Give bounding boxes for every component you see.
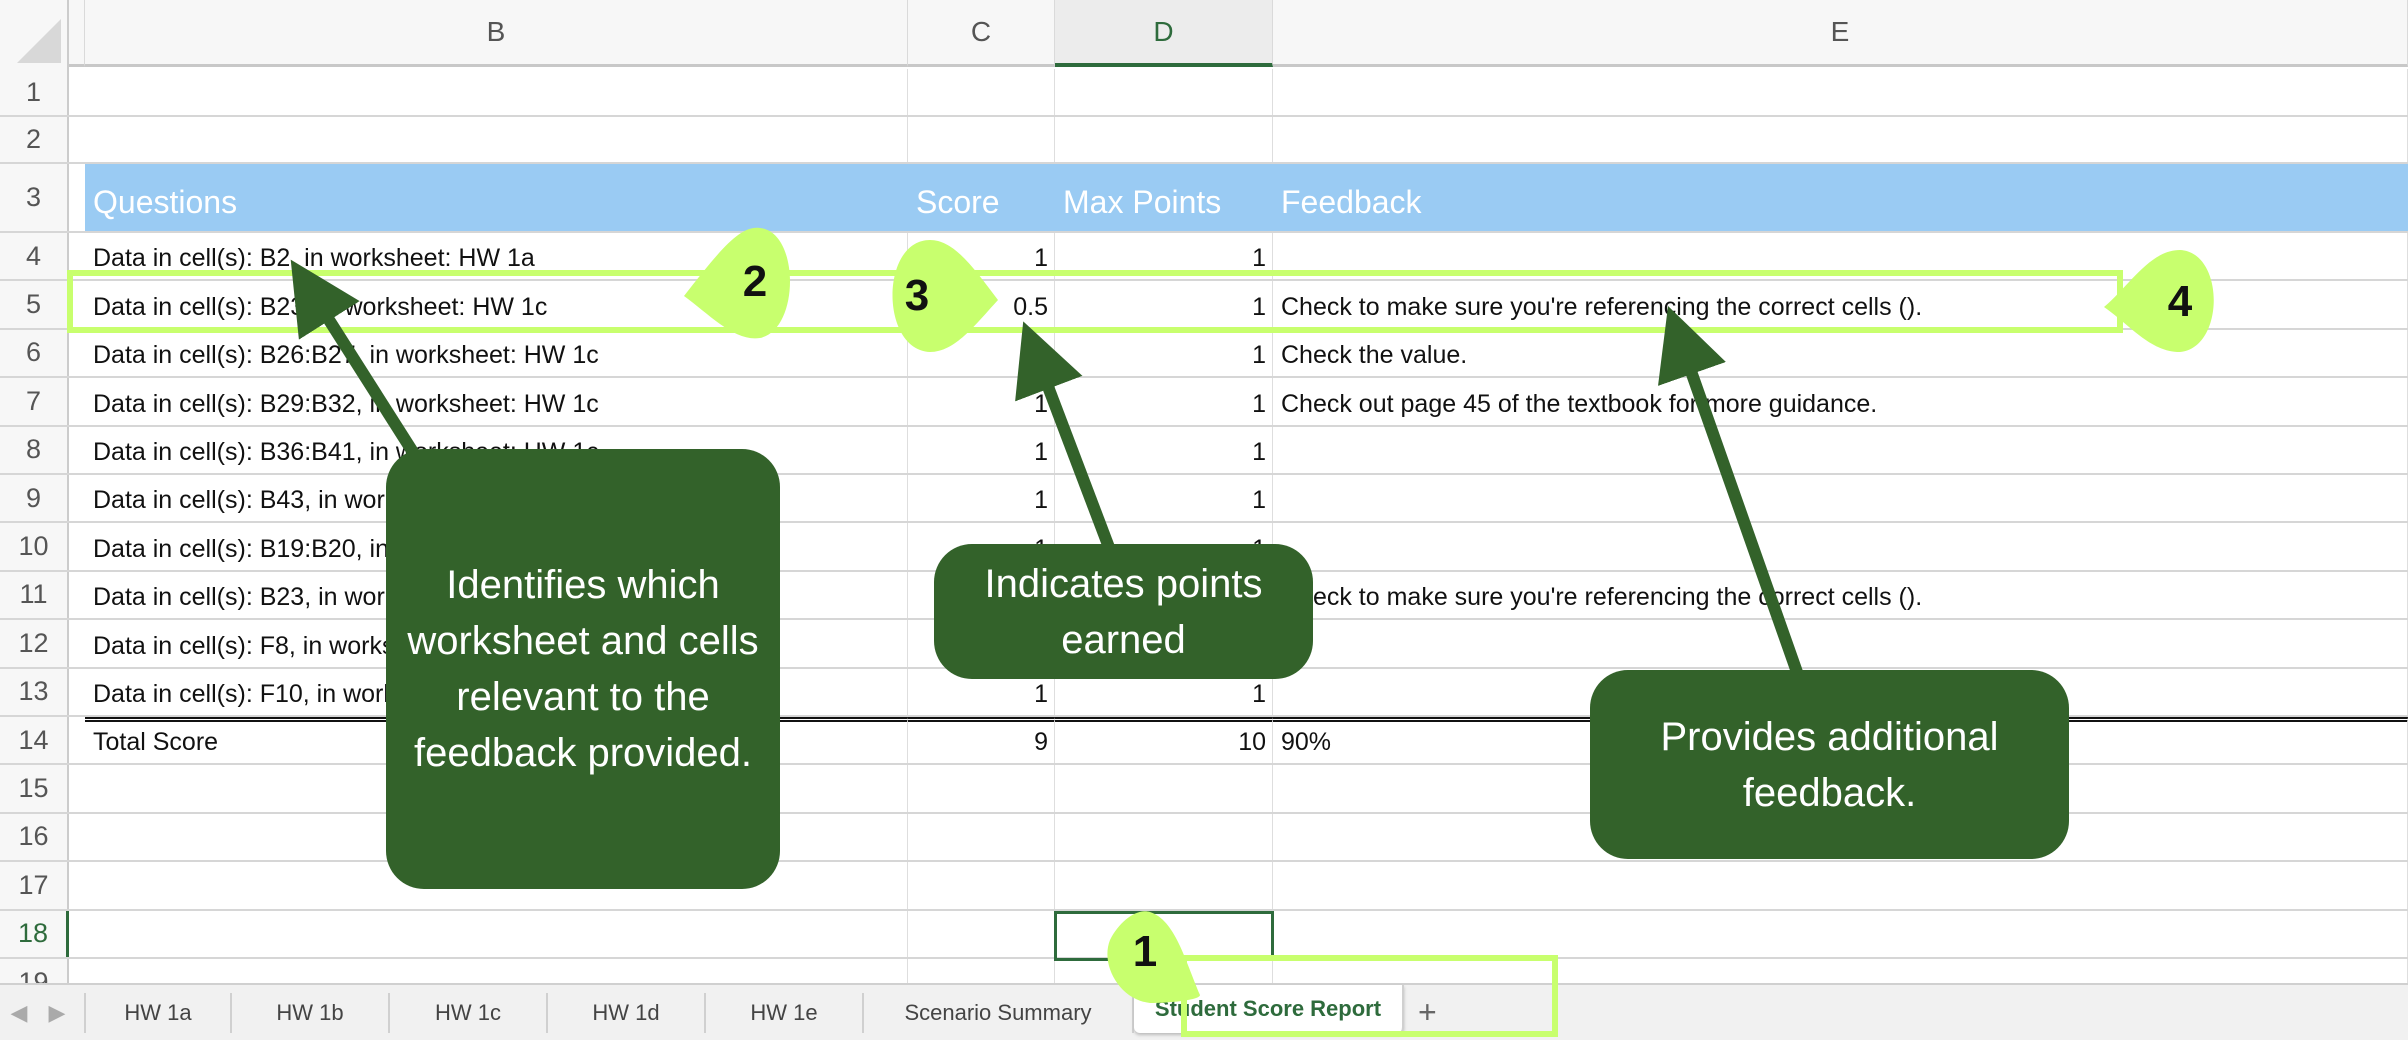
add-sheet-button[interactable]: + [1404,994,1451,1031]
cell-d6[interactable]: 1 [1055,329,1273,377]
cell-c15[interactable] [908,765,1055,812]
column-header-c[interactable]: C [908,0,1055,67]
row-5: 5 Data in cell(s): B23, in worksheet: HW … [0,281,2408,330]
cell-e6[interactable]: Check the value. [1273,329,2408,377]
row-header-18[interactable]: 18 [0,910,69,957]
badge-1: 1 [1132,927,1158,976]
sheet-tab-scenario-summary[interactable]: Scenario Summary [864,992,1134,1033]
sheet-tab-hw-1d[interactable]: HW 1d [548,992,706,1033]
cell-d14[interactable]: 10 [1055,717,1273,764]
row-header-6[interactable]: 6 [0,329,69,377]
row-header-15[interactable]: 15 [0,765,69,812]
cell-e3[interactable]: Feedback [1273,164,2408,231]
row-header-9[interactable]: 9 [0,475,69,522]
row-6: 6 Data in cell(s): B26:B27, in worksheet:… [0,329,2408,379]
cell-c8[interactable]: 1 [908,426,1055,473]
row-header-2[interactable]: 2 [0,117,69,162]
cell-e1[interactable] [1273,69,2408,115]
row-header-14[interactable]: 14 [0,717,69,764]
column-header-e[interactable]: E [1273,0,2408,67]
row-header-12[interactable]: 12 [0,620,69,667]
row-header-4[interactable]: 4 [0,233,69,280]
row-9: 9 Data in cell(s): B43, in worksheet: HW … [0,475,2408,524]
callout-additional-feedback: Provides additional feedback. [1590,670,2069,859]
next-sheet-icon[interactable]: ▶ [38,1000,76,1026]
cell-c9[interactable]: 1 [908,475,1055,522]
cell-c16[interactable] [908,813,1055,861]
cell-e8[interactable] [1273,426,2408,473]
badge-2: 2 [742,257,768,306]
select-all-corner[interactable] [0,0,69,69]
prev-sheet-icon[interactable]: ◀ [0,1000,38,1026]
cell-d16[interactable] [1055,813,1273,861]
sheet-tab-hw-1b[interactable]: HW 1b [232,992,390,1033]
cell-d7[interactable]: 1 [1055,378,1273,425]
row-7: 7 Data in cell(s): B29:B32, in worksheet:… [0,378,2408,427]
row-3: 3 Questions Score Max Points Feedback [0,164,2408,233]
cell-e5[interactable]: Check to make sure you're referencing th… [1273,281,2408,328]
cell-e10[interactable] [1273,523,2408,570]
cell-c7[interactable]: 1 [908,378,1055,425]
sheet-tab-bar: ◀ ▶ HW 1a HW 1b HW 1c HW 1d HW 1e Scenario Su… [0,983,2408,1040]
sheet-tab-hw-1c[interactable]: HW 1c [390,992,548,1033]
cell-c18[interactable] [908,910,1055,957]
callout-points-earned: Indicates points earned [934,544,1313,679]
cell-c3[interactable]: Score [908,164,1055,231]
cell-c14[interactable]: 9 [908,717,1055,764]
row-17: 17 [0,862,2408,911]
cell-e2[interactable] [1273,117,2408,162]
cell-d2[interactable] [1055,117,1273,162]
row-header-3[interactable]: 3 [0,164,69,231]
row-header-13[interactable]: 13 [0,668,69,715]
row-header-11[interactable]: 11 [0,571,69,619]
cell-b7[interactable]: Data in cell(s): B29:B32, in worksheet: … [85,378,908,425]
cell-d9[interactable]: 1 [1055,475,1273,522]
cell-d17[interactable] [1055,862,1273,909]
row-2: 2 [0,117,2408,164]
cell-b1[interactable] [85,69,908,115]
cell-b6[interactable]: Data in cell(s): B26:B27, in worksheet: … [85,329,908,377]
badge-3: 3 [904,271,930,320]
row-header-17[interactable]: 17 [0,862,69,909]
cell-c2[interactable] [908,117,1055,162]
row-header-10[interactable]: 10 [0,523,69,570]
cell-e4[interactable] [1273,233,2408,280]
cell-e17[interactable] [1273,862,2408,909]
column-header-b[interactable]: B [85,0,908,67]
column-header-a[interactable] [69,0,85,67]
cell-b2[interactable] [85,117,908,162]
cell-d3[interactable]: Max Points [1055,164,1273,231]
cell-c17[interactable] [908,862,1055,909]
cell-b18[interactable] [85,910,908,957]
cell-e7[interactable]: Check out page 45 of the textbook for mo… [1273,378,2408,425]
callout-worksheet-cells: Identifies which worksheet and cells rel… [386,449,780,889]
cell-c1[interactable] [908,69,1055,115]
row-4: 4 Data in cell(s): B2, in worksheet: HW 1… [0,233,2408,282]
sheet-tab-student-score-report[interactable]: Student Score Report [1134,984,1404,1033]
row-header-16[interactable]: 16 [0,813,69,861]
cell-e11[interactable]: Check to make sure you're referencing th… [1273,571,2408,619]
column-header-d[interactable]: D [1055,0,1273,67]
cell-e9[interactable] [1273,475,2408,522]
cell-d1[interactable] [1055,69,1273,115]
row-header-1[interactable]: 1 [0,69,69,115]
cell-e18[interactable] [1273,910,2408,957]
cell-d4[interactable]: 1 [1055,233,1273,280]
row-8: 8 Data in cell(s): B36:B41, in worksheet:… [0,426,2408,475]
badge-4: 4 [2167,277,2193,326]
sheet-tab-hw-1a[interactable]: HW 1a [86,992,232,1033]
cell-c6[interactable]: 1 [908,329,1055,377]
cell-d8[interactable]: 1 [1055,426,1273,473]
row-1: 1 [0,69,2408,117]
row-header-7[interactable]: 7 [0,378,69,425]
sheet-tab-hw-1e[interactable]: HW 1e [706,992,864,1033]
cell-b3[interactable]: Questions [85,164,908,231]
row-header-8[interactable]: 8 [0,426,69,473]
row-header-5[interactable]: 5 [0,281,69,328]
cell-e12[interactable] [1273,620,2408,667]
cell-d15[interactable] [1055,765,1273,812]
cell-d5[interactable]: 1 [1055,281,1273,328]
